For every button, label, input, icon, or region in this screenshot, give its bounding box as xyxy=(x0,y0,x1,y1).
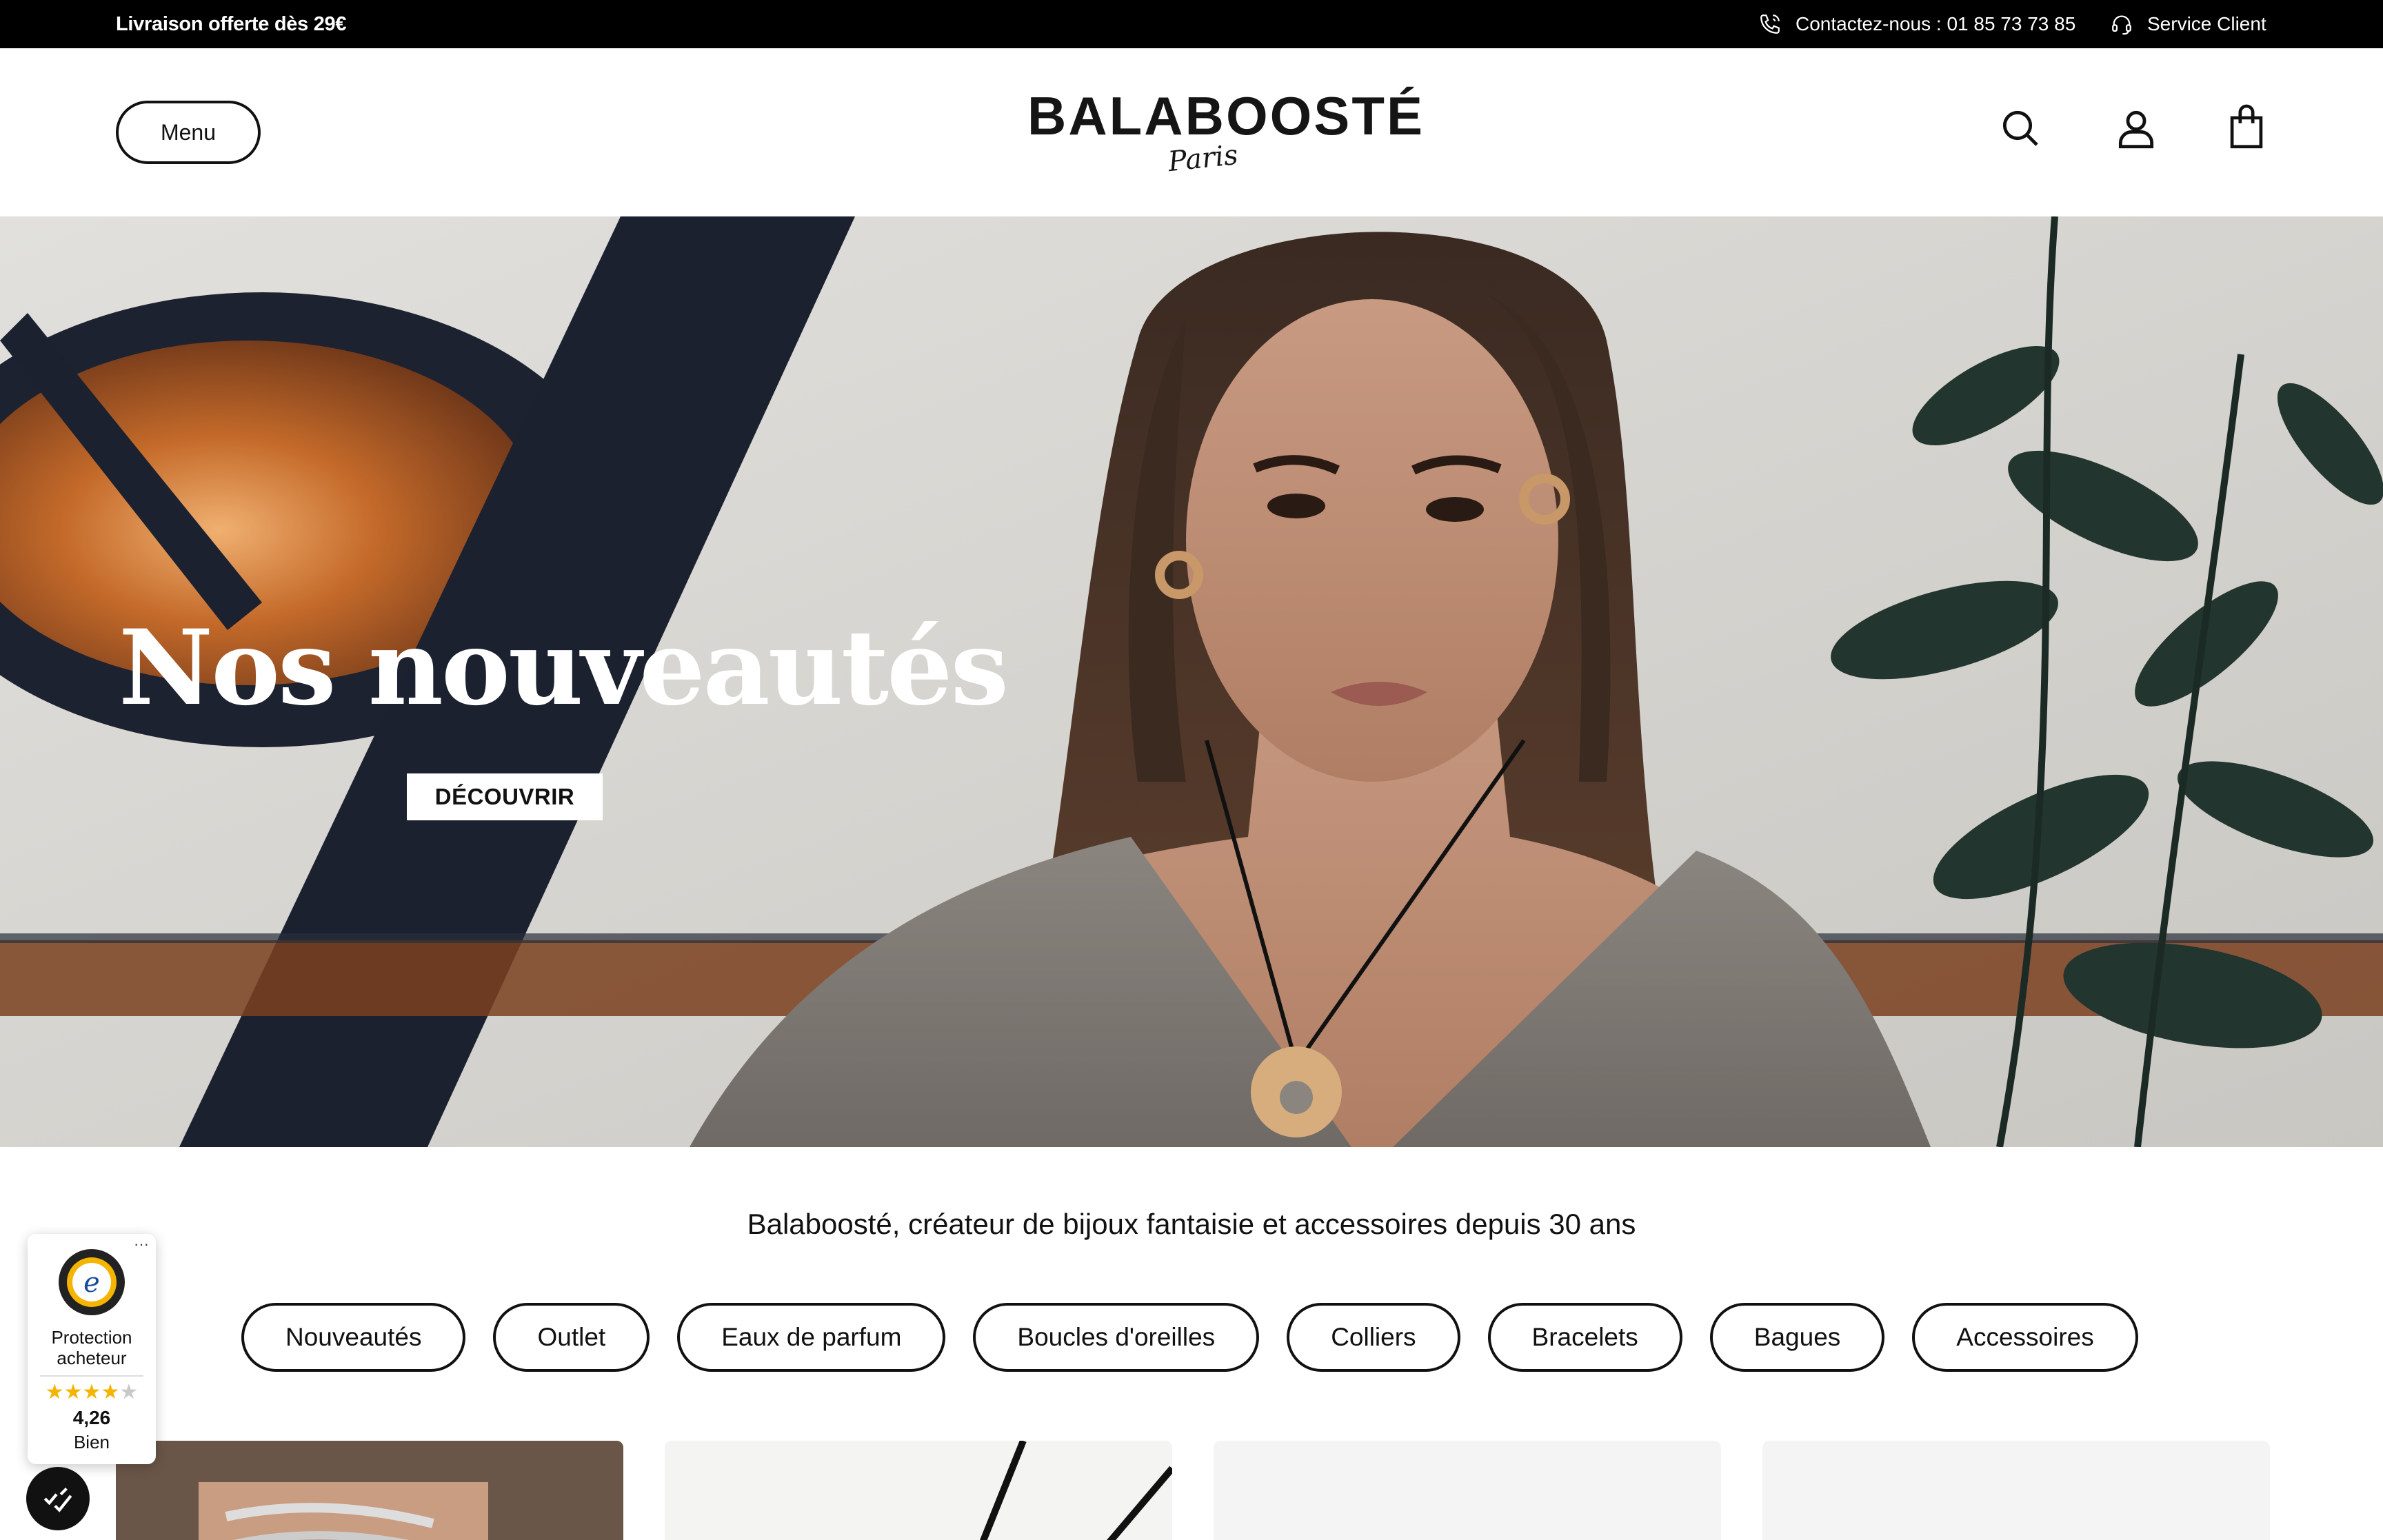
rating-label: Bien xyxy=(73,1432,110,1452)
category-nav: Nouveautés Outlet Eaux de parfum Boucles… xyxy=(241,1303,2138,1372)
category-pill-colliers[interactable]: Colliers xyxy=(1287,1303,1460,1372)
headset-icon xyxy=(2112,15,2131,35)
hero-banner[interactable]: Nos nouveautés DÉCOUVRIR xyxy=(0,216,2383,1147)
product-card[interactable] xyxy=(116,1441,623,1540)
star-icon: ★ xyxy=(45,1381,64,1404)
category-pill-outlet[interactable]: Outlet xyxy=(493,1303,650,1372)
star-icon: ★ xyxy=(119,1381,139,1404)
cart-icon[interactable] xyxy=(2224,103,2269,150)
free-shipping-promo: Livraison offerte dès 29€ xyxy=(116,13,347,35)
star-icon: ★ xyxy=(82,1381,101,1404)
product-image xyxy=(116,1441,623,1540)
announcement-bar: Livraison offerte dès 29€ Contactez-nous… xyxy=(0,0,2383,48)
category-pill-bagues[interactable]: Bagues xyxy=(1709,1303,1885,1372)
rating-stars: ★★★★★ xyxy=(28,1382,156,1403)
logo-brand-text: BALABOOSTÉ xyxy=(1027,85,1425,146)
service-label: Service Client xyxy=(2147,13,2266,34)
category-pill-eaux-de-parfum[interactable]: Eaux de parfum xyxy=(677,1303,946,1372)
brand-tagline: Balaboosté, créateur de bijoux fantaisie… xyxy=(747,1208,1636,1240)
discover-button[interactable]: DÉCOUVRIR xyxy=(407,773,603,820)
product-card[interactable] xyxy=(1214,1441,1721,1540)
hero-title: Nos nouveautés xyxy=(119,607,1009,729)
category-pill-nouveautes[interactable]: Nouveautés xyxy=(241,1303,466,1372)
account-icon[interactable] xyxy=(2114,106,2158,150)
search-icon[interactable] xyxy=(1998,106,2042,150)
divider xyxy=(40,1375,143,1377)
trust-badge-widget[interactable]: ··· e Protection acheteur ★★★★★ 4,26 Bie… xyxy=(28,1234,156,1464)
product-image xyxy=(665,1441,1172,1540)
customer-service-link[interactable]: Service Client xyxy=(2110,0,2266,48)
category-pill-accessoires[interactable]: Accessoires xyxy=(1912,1303,2138,1372)
accessibility-button[interactable] xyxy=(26,1467,90,1530)
contact-label: Contactez-nous : 01 85 73 73 85 xyxy=(1796,13,2076,34)
menu-button[interactable]: Menu xyxy=(116,101,261,164)
brand-logo[interactable]: BALABOOSTÉ Paris xyxy=(1027,85,1425,183)
rating-score: 4,26 xyxy=(72,1407,111,1428)
product-card[interactable] xyxy=(665,1441,1172,1540)
category-pill-boucles-doreilles[interactable]: Boucles d'oreilles xyxy=(973,1303,1260,1372)
trusted-shops-seal-icon: e xyxy=(59,1249,125,1315)
star-icon: ★ xyxy=(63,1381,83,1404)
checklist-icon xyxy=(43,1487,72,1512)
phone-icon xyxy=(1760,14,1780,34)
logo-city-text: Paris xyxy=(1167,139,1240,179)
star-icon: ★ xyxy=(101,1381,120,1404)
buyer-protection-label: Protection acheteur xyxy=(51,1327,132,1368)
more-icon[interactable]: ··· xyxy=(134,1235,149,1253)
site-header: Menu BALABOOSTÉ Paris xyxy=(0,48,2383,216)
product-card[interactable] xyxy=(1762,1441,2270,1540)
category-pill-bracelets[interactable]: Bracelets xyxy=(1487,1303,1682,1372)
contact-link[interactable]: Contactez-nous : 01 85 73 73 85 xyxy=(1758,0,2075,48)
seal-letter: e xyxy=(83,1267,100,1299)
